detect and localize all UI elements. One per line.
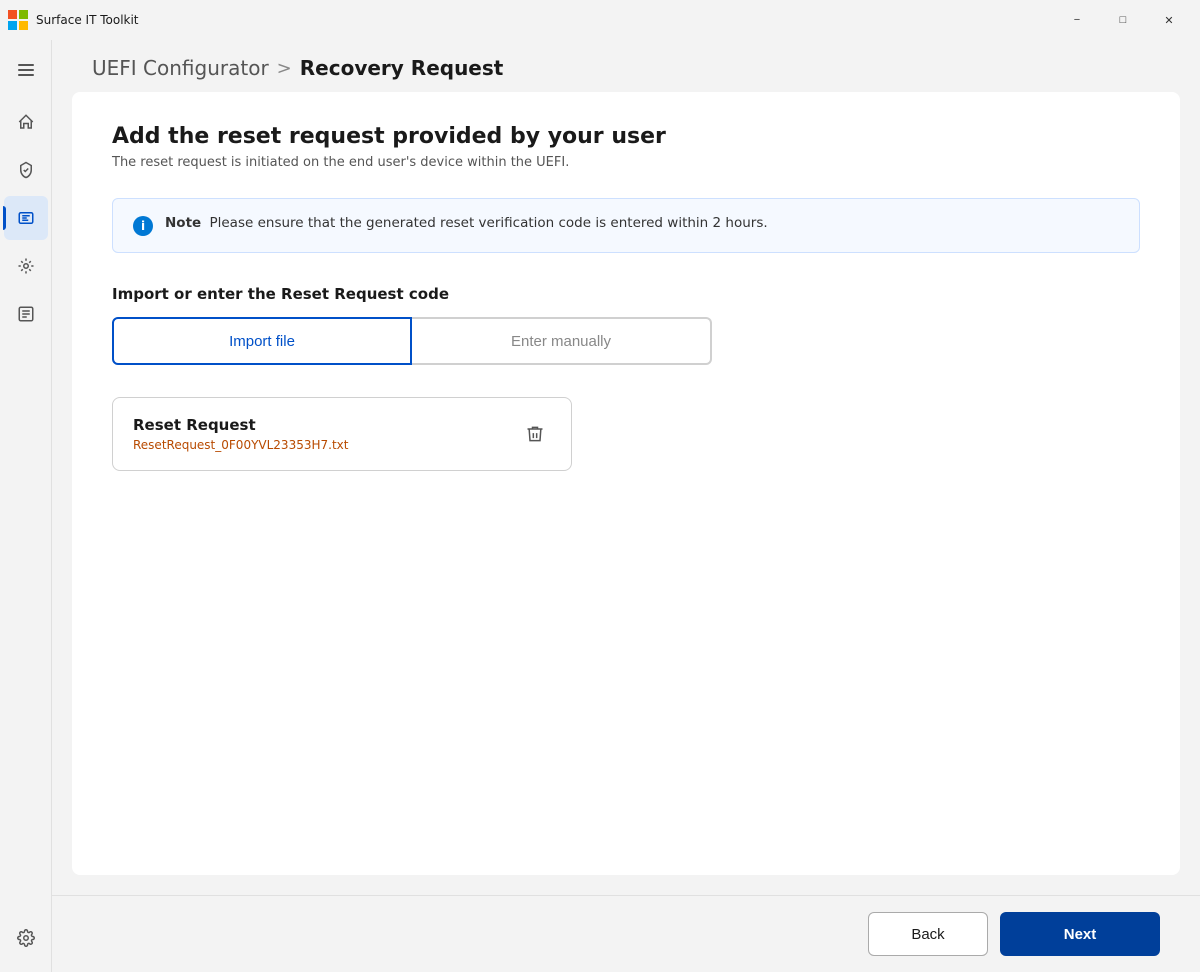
sidebar-item-menu[interactable] xyxy=(4,48,48,92)
titlebar-title: Surface IT Toolkit xyxy=(36,13,139,27)
app-icon xyxy=(8,10,28,30)
next-button[interactable]: Next xyxy=(1000,912,1160,956)
sidebar-item-reports[interactable] xyxy=(4,292,48,336)
import-file-button[interactable]: Import file xyxy=(112,317,412,365)
breadcrumb: UEFI Configurator > Recovery Request xyxy=(92,56,1160,80)
sidebar-item-deploy[interactable] xyxy=(4,244,48,288)
page-header: UEFI Configurator > Recovery Request xyxy=(52,40,1200,92)
content-area: Add the reset request provided by your u… xyxy=(72,92,1180,875)
note-label: Note xyxy=(165,215,201,231)
note-content: Please ensure that the generated reset v… xyxy=(209,215,767,231)
section-title: Add the reset request provided by your u… xyxy=(112,124,1140,149)
titlebar-left: Surface IT Toolkit xyxy=(8,10,139,30)
delete-file-button[interactable] xyxy=(519,418,551,450)
trash-icon xyxy=(525,424,545,444)
enter-manually-button[interactable]: Enter manually xyxy=(412,317,712,365)
import-label: Import or enter the Reset Request code xyxy=(112,285,1140,303)
info-icon: i xyxy=(133,216,153,236)
app-shell: UEFI Configurator > Recovery Request Add… xyxy=(0,40,1200,972)
hamburger-icon xyxy=(18,64,34,76)
note-box: i Note Please ensure that the generated … xyxy=(112,198,1140,253)
close-button[interactable]: ✕ xyxy=(1146,4,1192,36)
sidebar-item-updates[interactable] xyxy=(4,148,48,192)
file-card-title: Reset Request xyxy=(133,416,348,434)
titlebar: Surface IT Toolkit − □ ✕ xyxy=(0,0,1200,40)
breadcrumb-current: Recovery Request xyxy=(300,56,504,80)
main: UEFI Configurator > Recovery Request Add… xyxy=(52,40,1200,972)
minimize-button[interactable]: − xyxy=(1054,4,1100,36)
file-info: Reset Request ResetRequest_0F00YVL23353H… xyxy=(133,416,348,452)
sidebar-item-home[interactable] xyxy=(4,100,48,144)
back-button[interactable]: Back xyxy=(868,912,988,956)
file-card: Reset Request ResetRequest_0F00YVL23353H… xyxy=(112,397,572,471)
titlebar-controls: − □ ✕ xyxy=(1054,4,1192,36)
section-subtitle: The reset request is initiated on the en… xyxy=(112,155,1140,170)
sidebar xyxy=(0,40,52,972)
sidebar-item-uefi[interactable] xyxy=(4,196,48,240)
breadcrumb-separator: > xyxy=(277,58,292,79)
breadcrumb-parent: UEFI Configurator xyxy=(92,56,269,80)
note-text: Note Please ensure that the generated re… xyxy=(165,215,768,231)
active-indicator xyxy=(3,206,6,230)
file-card-filename: ResetRequest_0F00YVL23353H7.txt xyxy=(133,438,348,452)
bottom-bar: Back Next xyxy=(52,895,1200,972)
maximize-button[interactable]: □ xyxy=(1100,4,1146,36)
toggle-buttons: Import file Enter manually xyxy=(112,317,1140,365)
sidebar-item-settings[interactable] xyxy=(4,916,48,960)
